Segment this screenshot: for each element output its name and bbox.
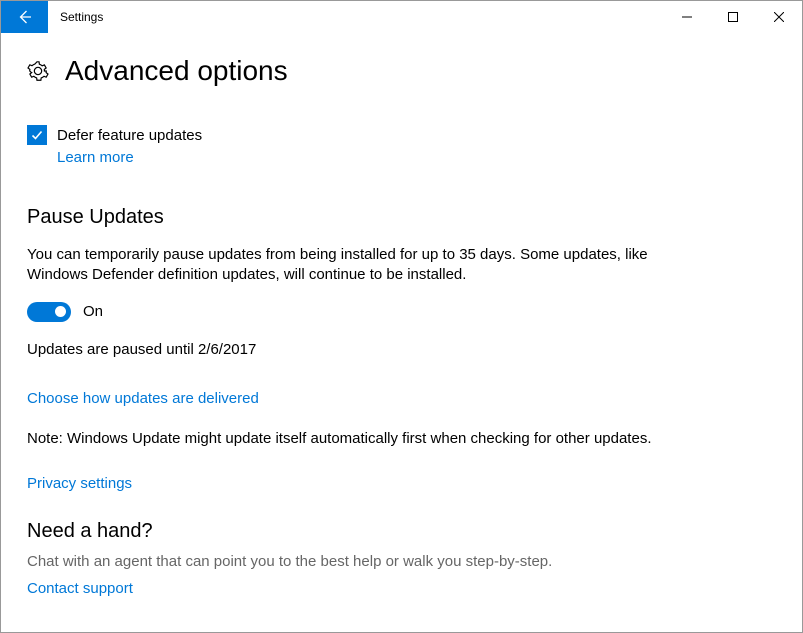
close-icon bbox=[774, 12, 784, 22]
pause-toggle[interactable] bbox=[27, 302, 71, 322]
pause-toggle-row: On bbox=[27, 302, 776, 322]
help-section: Need a hand? Chat with an agent that can… bbox=[27, 520, 776, 597]
maximize-button[interactable] bbox=[710, 1, 756, 33]
window-title: Settings bbox=[48, 1, 664, 33]
minimize-button[interactable] bbox=[664, 1, 710, 33]
gear-icon bbox=[27, 60, 49, 82]
privacy-link[interactable]: Privacy settings bbox=[27, 475, 132, 492]
maximize-icon bbox=[728, 12, 738, 22]
help-body: Chat with an agent that can point you to… bbox=[27, 553, 776, 570]
defer-checkbox-row[interactable]: Defer feature updates bbox=[27, 125, 776, 145]
window-controls bbox=[664, 1, 802, 33]
back-arrow-icon bbox=[16, 8, 34, 26]
defer-label: Defer feature updates bbox=[57, 127, 202, 144]
delivery-link[interactable]: Choose how updates are delivered bbox=[27, 390, 259, 407]
pause-section: Pause Updates You can temporarily pause … bbox=[27, 206, 776, 360]
defer-checkbox[interactable] bbox=[27, 125, 47, 145]
back-button[interactable] bbox=[1, 1, 48, 33]
paused-until-text: Updates are paused until 2/6/2017 bbox=[27, 340, 667, 360]
titlebar: Settings bbox=[1, 1, 802, 33]
close-button[interactable] bbox=[756, 1, 802, 33]
content-area: Advanced options Defer feature updates L… bbox=[1, 33, 802, 597]
update-note: Note: Windows Update might update itself… bbox=[27, 429, 667, 449]
contact-support-link[interactable]: Contact support bbox=[27, 580, 133, 597]
toggle-label: On bbox=[83, 303, 103, 320]
page-header: Advanced options bbox=[27, 55, 776, 87]
learn-more-link[interactable]: Learn more bbox=[57, 149, 134, 166]
pause-heading: Pause Updates bbox=[27, 206, 776, 229]
checkmark-icon bbox=[30, 128, 44, 142]
toggle-knob bbox=[55, 306, 66, 317]
page-title: Advanced options bbox=[65, 55, 288, 87]
pause-description: You can temporarily pause updates from b… bbox=[27, 245, 667, 286]
minimize-icon bbox=[682, 12, 692, 22]
help-heading: Need a hand? bbox=[27, 520, 776, 543]
